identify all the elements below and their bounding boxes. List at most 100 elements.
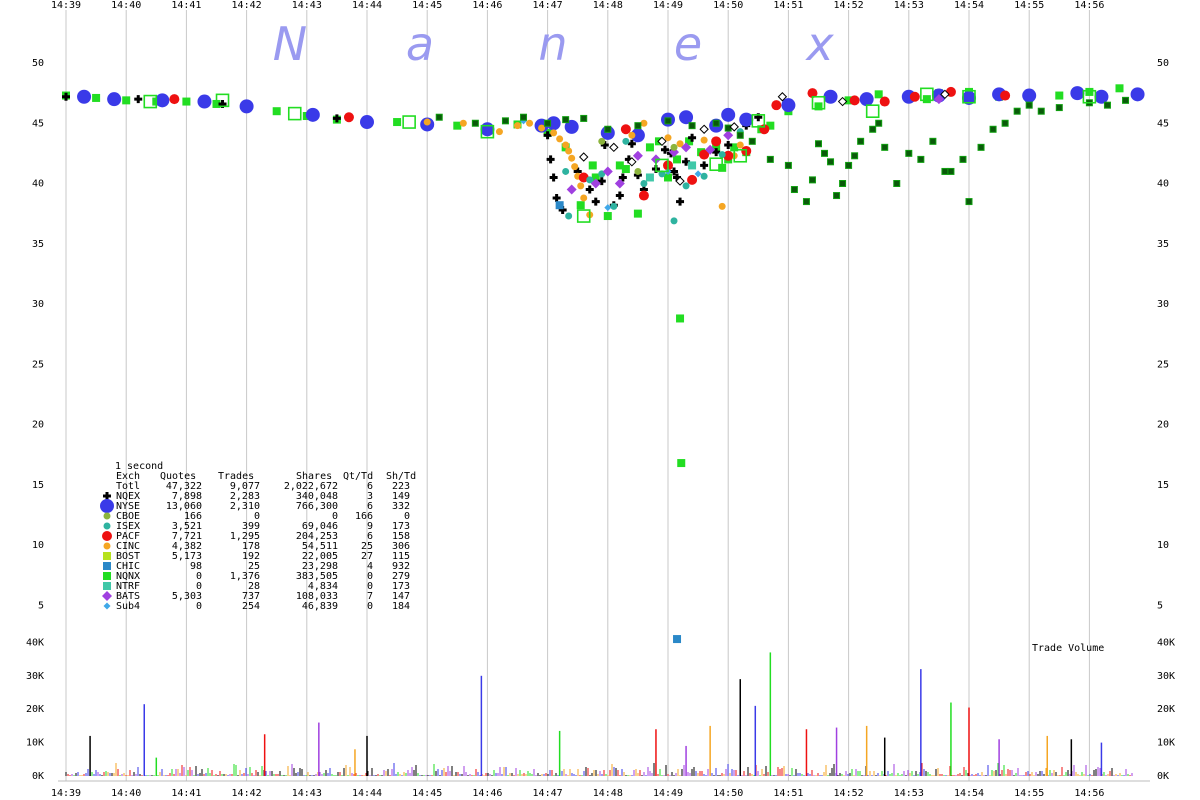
- point-cinc: [514, 122, 521, 130]
- point-nqnx: [677, 459, 686, 468]
- point-dark-green-trades: [724, 124, 732, 132]
- point-nyse: [155, 93, 170, 108]
- x-tick-label-top: 14:48: [593, 0, 623, 11]
- point-dark-green-trades: [604, 125, 612, 133]
- point-nqex: [585, 185, 594, 194]
- x-tick-label-bottom: 14:49: [653, 788, 683, 799]
- x-tick-label-top: 14:56: [1074, 0, 1104, 11]
- legend-marker: [103, 582, 111, 590]
- x-tick-label-bottom: 14:50: [713, 788, 743, 799]
- point-nqex: [615, 191, 624, 200]
- point-dark-green-trades: [869, 125, 877, 133]
- point-dark-green-trades: [821, 149, 829, 157]
- volume-tick-label-left: 30K: [26, 671, 44, 682]
- volume-tick-label-right: 20K: [1157, 704, 1175, 715]
- point-pacf: [879, 96, 890, 107]
- point-cinc: [700, 136, 708, 144]
- x-tick-label-bottom: 14:54: [954, 788, 984, 799]
- x-tick-label-top: 14:55: [1014, 0, 1044, 11]
- point-cboe: [670, 143, 678, 151]
- point-dark-green-trades: [815, 140, 822, 148]
- point-dark-green-trades: [1037, 107, 1045, 115]
- point-isex: [700, 172, 708, 180]
- point-nqnx: [922, 95, 931, 104]
- x-tick-label-top: 14:44: [352, 0, 382, 11]
- point-nqex: [591, 197, 600, 206]
- point-dark-green-trades: [941, 167, 949, 175]
- point-dark-green-trades: [688, 122, 696, 130]
- point-nqnx: [393, 118, 402, 127]
- point-nyse: [107, 92, 122, 107]
- price-tick-label-left: 25: [32, 359, 44, 370]
- point-cinc: [736, 141, 744, 149]
- point-nyse: [679, 110, 694, 125]
- x-tick-label-bottom: 14:42: [232, 788, 262, 799]
- point-nqex: [676, 197, 685, 206]
- point-nqnx: [1085, 87, 1094, 96]
- point-dark-green-trades: [1103, 101, 1111, 109]
- volume-axis-ticks: 40K 40K 30K 30K 20K 20K 10K 10K 0K 0K: [26, 637, 1175, 782]
- point-dark-green-trades: [959, 155, 967, 163]
- price-tick-label-left: 10: [32, 540, 44, 551]
- price-tick-label-right: 50: [1157, 58, 1169, 69]
- point-cinc: [565, 147, 573, 155]
- brand-letter: n: [538, 17, 567, 71]
- point-bats: [566, 184, 577, 195]
- point-cinc: [495, 128, 503, 136]
- legend-exch: Sub4: [116, 601, 140, 612]
- volume-tick-label-right: 30K: [1157, 671, 1175, 682]
- price-tick-label-right: 5: [1157, 600, 1163, 611]
- point-cboe: [598, 137, 606, 145]
- point-nqnx: [576, 201, 585, 210]
- point-dark-green-trades: [562, 116, 570, 124]
- point-isex: [670, 217, 678, 225]
- legend-marker: [103, 562, 111, 570]
- point-pacf: [909, 91, 920, 102]
- point-nqex: [134, 95, 143, 104]
- x-tick-label-top: 14:50: [713, 0, 743, 11]
- point-cinc: [580, 194, 588, 202]
- point-pacf: [771, 100, 782, 111]
- point-isex: [610, 202, 618, 210]
- legend-cell: 254: [242, 601, 260, 612]
- point-dark-green-trades: [1055, 104, 1063, 112]
- point-nqnx: [92, 93, 101, 102]
- price-tick-label-right: 25: [1157, 359, 1169, 370]
- brand-letter: x: [804, 17, 834, 71]
- point-dark-green-trades: [857, 137, 865, 145]
- grid-lines: [58, 10, 1150, 782]
- point-dark-green-trades: [881, 143, 889, 151]
- price-tick-label-right: 45: [1157, 118, 1169, 129]
- x-tick-label-top: 14:42: [232, 0, 262, 11]
- x-axis-top-ticks: 14:39 14:40 14:41 14:42 14:43 14:44 14:45 14:46…: [51, 0, 1105, 11]
- price-tick-label-left: 40: [32, 179, 44, 190]
- brand-letter: a: [406, 17, 434, 71]
- point-dark-green-trades: [851, 152, 859, 160]
- legend-marker: [103, 492, 111, 500]
- point-dark-green-trades: [917, 155, 925, 163]
- point-nyse: [823, 89, 838, 104]
- point-nqex: [549, 173, 558, 182]
- point-nyse: [480, 122, 495, 137]
- point-dark-green-trades: [790, 186, 798, 194]
- point-cinc: [718, 202, 726, 210]
- point-dark-green-trades: [977, 143, 985, 151]
- point-cinc: [538, 124, 546, 132]
- x-tick-label-bottom: 14:47: [533, 788, 563, 799]
- point-dark-green-trades: [875, 119, 883, 127]
- price-tick-label-left: 15: [32, 480, 44, 491]
- point-nqnx: [182, 97, 191, 106]
- point-dark-green-trades: [471, 119, 479, 127]
- volume-tick-label-left: 0K: [32, 771, 44, 782]
- point-nqnx: [603, 212, 612, 221]
- price-volume-chart: Na n e x 14:39 14:40 14:41 14:42 14:43 14:44 14:4…: [26, 0, 1175, 799]
- price-tick-label-left: 5: [38, 600, 44, 611]
- point-dark-green-trades: [664, 117, 672, 125]
- point-dark-green-trades: [1025, 101, 1033, 109]
- x-tick-label-bottom: 14:45: [412, 788, 442, 799]
- volume-tick-label-left: 10K: [26, 738, 44, 749]
- legend-cell: 184: [392, 601, 410, 612]
- volume-tick-label-left: 40K: [26, 637, 44, 648]
- x-tick-label-top: 14:53: [894, 0, 924, 11]
- point-nyse: [1130, 87, 1145, 102]
